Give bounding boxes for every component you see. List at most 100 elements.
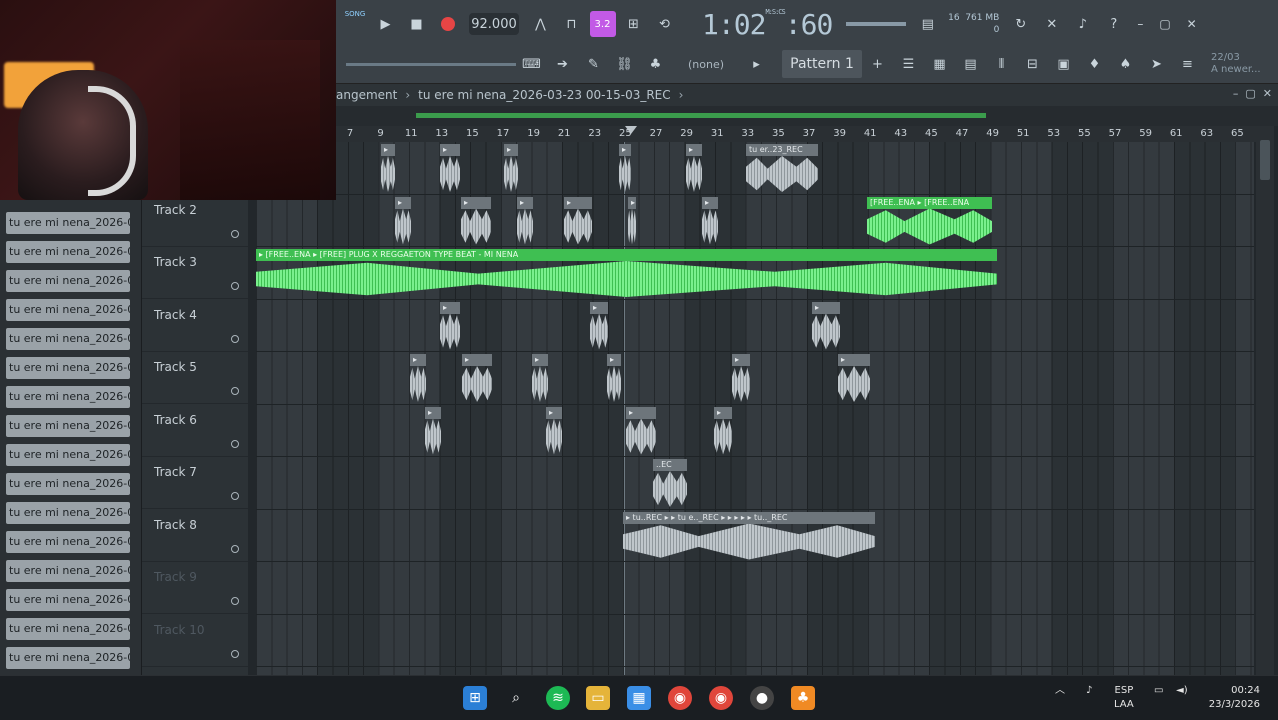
track-name[interactable]: Track 10: [154, 623, 204, 637]
picker-clip-item[interactable]: tu ere mi nena_2026-02-...: [6, 560, 130, 582]
pattern-arrow-icon[interactable]: ▸: [744, 51, 770, 77]
refresh-icon[interactable]: ↻: [1008, 11, 1034, 37]
clip-header[interactable]: ▸: [628, 196, 636, 209]
project-icon[interactable]: ▣: [1051, 51, 1077, 77]
piano-roll-icon[interactable]: ▦: [927, 51, 953, 77]
audio-clip-green[interactable]: [FREE..ENA ▸ [FREE..ENA: [867, 196, 992, 245]
picker-clip-item[interactable]: tu ere mi nena_2026-03-...: [6, 647, 130, 669]
chrome-icon[interactable]: ◉: [668, 686, 692, 710]
volume-icon[interactable]: ◄): [1176, 684, 1188, 698]
scroll-thumb[interactable]: [1260, 140, 1270, 180]
audio-clip[interactable]: ▸: [517, 196, 533, 245]
clip-header[interactable]: ▸: [517, 196, 533, 209]
audio-clip[interactable]: ▸: [546, 406, 562, 455]
clip-header[interactable]: ▸: [440, 301, 460, 314]
store-icon[interactable]: ▦: [627, 686, 651, 710]
link-icon[interactable]: ⛓: [612, 51, 638, 77]
track-name[interactable]: Track 9: [154, 570, 197, 584]
audio-clip[interactable]: ▸: [440, 301, 460, 350]
audio-clip[interactable]: tu er..23_REC: [746, 144, 818, 192]
playlist-overview[interactable]: [336, 106, 1278, 126]
menu-icon[interactable]: ≡: [1175, 51, 1201, 77]
track-header[interactable]: Track 7: [142, 457, 248, 509]
clip-header[interactable]: ▸: [564, 196, 592, 209]
clip-header[interactable]: ▸ [FREE..ENA ▸ [FREE] PLUG X REGGAETON T…: [256, 249, 997, 261]
clip-header[interactable]: ▸: [590, 301, 608, 314]
song-mode-toggle[interactable]: SONG: [340, 9, 370, 39]
clip-header[interactable]: ▸: [395, 196, 411, 209]
render-icon[interactable]: ➤: [1144, 51, 1170, 77]
track-mute-icon[interactable]: [231, 649, 239, 658]
clip-header[interactable]: [FREE..ENA ▸ [FREE..ENA: [867, 196, 992, 209]
picker-clip-item[interactable]: tu ere mi nena_2026-02-...: [6, 415, 130, 437]
clip-header[interactable]: ▸: [504, 144, 518, 156]
browser-icon[interactable]: ⊟: [1020, 51, 1046, 77]
clip-header[interactable]: ▸: [732, 354, 750, 366]
snap-selector[interactable]: 3.2: [589, 11, 616, 37]
arrangement-grid[interactable]: ▸ ▸ ▸ ▸ ▸ tu er..23_REC ▸ ▸ ▸ ▸ ▸ ▸ [FREE..ENA ▸ [FR…: [256, 142, 1254, 675]
project-name[interactable]: tu ere mi nena_2026-03-23 00-15-03_REC: [418, 88, 670, 102]
clip-header[interactable]: ▸: [546, 406, 562, 419]
picker-clip-item[interactable]: tu ere mi nena_2026-02-...: [6, 473, 130, 495]
track-mute-icon[interactable]: [231, 544, 239, 553]
clip-header[interactable]: ▸: [838, 354, 870, 366]
audio-clip[interactable]: ▸: [732, 354, 750, 402]
fl-studio-icon[interactable]: ♣: [791, 686, 815, 710]
network-icon[interactable]: ▭: [1154, 684, 1163, 698]
audio-clip[interactable]: ▸ tu..REC ▸ ▸ tu e.._REC ▸ ▸ ▸ ▸ ▸ tu.._…: [623, 511, 875, 560]
picker-clip-item[interactable]: tu ere mi nena_2026-02-...: [6, 531, 130, 553]
track-mute-icon[interactable]: [231, 492, 239, 500]
song-time-display[interactable]: 1:02M:S:CS:60: [702, 8, 833, 41]
master-volume-slider[interactable]: [846, 22, 907, 26]
playlist-icon[interactable]: ☰: [896, 51, 922, 77]
audio-clip[interactable]: ▸: [462, 354, 492, 402]
audio-clip[interactable]: ..EC: [653, 459, 687, 507]
picker-clip-item[interactable]: tu ere mi nena_2026-03-...: [6, 618, 130, 640]
clip-header[interactable]: ▸: [462, 354, 492, 366]
mic-tray-icon[interactable]: ♪: [1086, 684, 1092, 698]
track-mute-icon[interactable]: [231, 439, 239, 448]
typing-keyboard-icon[interactable]: ⌨: [519, 51, 545, 77]
picker-clip-item[interactable]: tu ere mi nena_2026-02-...: [6, 241, 130, 263]
track-name[interactable]: Track 4: [154, 308, 197, 322]
audio-clip[interactable]: ▸: [504, 144, 518, 192]
track-mute-icon[interactable]: [231, 597, 239, 605]
track-mute-icon[interactable]: [231, 387, 239, 395]
picker-clip-item[interactable]: tu ere mi nena_2026-02-...: [6, 502, 130, 524]
arrow-icon[interactable]: ➔: [550, 51, 576, 77]
news-hint[interactable]: 22/03 A newer...: [1211, 52, 1261, 76]
picker-clip-item[interactable]: tu ere mi nena_2026-02-...: [6, 270, 130, 292]
picker-clip-item[interactable]: tu ere mi nena_2026-03-...: [6, 589, 130, 611]
track-name[interactable]: Track 2: [154, 203, 197, 217]
track-header[interactable]: Track 3: [142, 247, 248, 299]
audio-clip[interactable]: ▸: [410, 354, 426, 402]
track-header[interactable]: Track 6: [142, 405, 248, 457]
audio-clip[interactable]: ▸: [838, 354, 870, 402]
loop-record-icon[interactable]: ⟲: [652, 11, 678, 37]
track-name[interactable]: Track 5: [154, 360, 197, 374]
tools-icon[interactable]: ✕: [1039, 11, 1065, 37]
picker-clip-item[interactable]: tu ere mi nena_2026-02-...: [6, 212, 130, 234]
audio-clip[interactable]: ▸: [619, 144, 631, 192]
audio-clip[interactable]: ▸: [590, 301, 608, 350]
record-button[interactable]: [435, 11, 461, 37]
audio-clip[interactable]: ▸: [461, 196, 491, 245]
picker-clip-item[interactable]: tu ere mi nena_2026-02-...: [6, 299, 130, 321]
clip-header[interactable]: ▸: [702, 196, 718, 209]
clock[interactable]: 00:24 23/3/2026: [1209, 684, 1260, 712]
search-icon[interactable]: ⌕: [504, 686, 528, 710]
close-icon[interactable]: ✕: [1187, 17, 1197, 31]
file-explorer-icon[interactable]: ▭: [586, 686, 610, 710]
audio-clip[interactable]: ▸: [381, 144, 395, 192]
paint-icon[interactable]: ✎: [581, 51, 607, 77]
track-mute-icon[interactable]: [231, 229, 239, 238]
step-edit-icon[interactable]: ⊞: [621, 11, 647, 37]
start-icon[interactable]: ⊞: [463, 686, 487, 710]
tray-expand-icon[interactable]: ︿: [1055, 684, 1065, 698]
picker-clip-item[interactable]: tu ere mi nena_2026-02-...: [6, 386, 130, 408]
sample-icon[interactable]: ♠: [1113, 51, 1139, 77]
obs-icon[interactable]: ●: [750, 686, 774, 710]
picker-clip-item[interactable]: tu ere mi nena_2026-02-...: [6, 328, 130, 350]
clip-header[interactable]: ..EC: [653, 459, 687, 471]
playlist-window-controls[interactable]: – ▢ ✕: [1233, 87, 1272, 100]
